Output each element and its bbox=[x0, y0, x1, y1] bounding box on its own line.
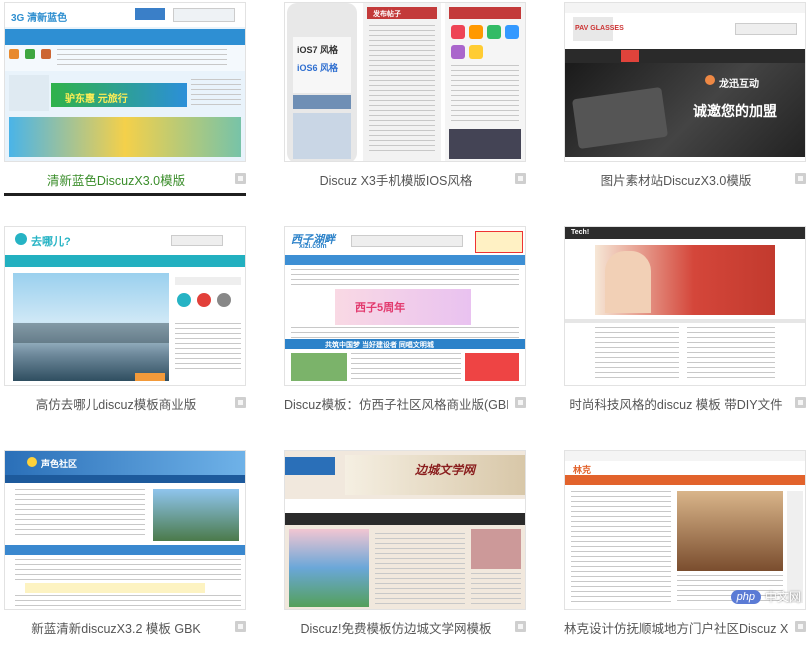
template-thumbnail[interactable]: 边城文学网 bbox=[284, 450, 526, 610]
image-icon[interactable] bbox=[235, 621, 246, 632]
template-title[interactable]: Discuz!免费模板仿边城文学网模板 bbox=[284, 618, 508, 637]
template-card[interactable]: iOS7 风格 iOS6 风格 发布帖子 Discuz X3手机模版IOS风格 bbox=[284, 2, 526, 196]
image-icon[interactable] bbox=[515, 173, 526, 184]
preview-domain: xizi.com bbox=[299, 243, 327, 250]
template-card[interactable]: 声色社区 新蓝清新discuzX3.2 模板 GBK bbox=[4, 450, 246, 644]
template-title[interactable]: Discuz模板：仿西子社区风格商业版(GBK)免 bbox=[284, 394, 508, 413]
preview-banner: 西子5周年 bbox=[355, 302, 406, 314]
template-card[interactable]: 西子湖畔 xizi.com 西子5周年 共筑中国梦 当好建设者 同唱文明城 Di… bbox=[284, 226, 526, 420]
template-title[interactable]: 清新蓝色DiscuzX3.0模版 bbox=[4, 170, 228, 189]
template-title[interactable]: 高仿去哪儿discuz模板商业版 bbox=[4, 394, 228, 413]
preview-brand: PAV GLASSES bbox=[575, 25, 624, 32]
template-card[interactable]: 去哪儿? 高仿去哪儿discuz模板商业版 bbox=[4, 226, 246, 420]
image-icon[interactable] bbox=[515, 397, 526, 408]
template-card[interactable]: Tech! 时尚科技风格的discuz 模板 带DIY文件 bbox=[564, 226, 806, 420]
preview-logo: 声色社区 bbox=[41, 459, 78, 469]
template-thumbnail[interactable]: Tech! bbox=[564, 226, 806, 386]
template-thumbnail[interactable]: PAV GLASSES 龙迅互动 诚邀您的加盟 bbox=[564, 2, 806, 162]
watermark-badge: php bbox=[730, 589, 761, 604]
preview-logo: Tech! bbox=[571, 229, 590, 236]
watermark: php 中文网 bbox=[730, 588, 801, 605]
template-thumbnail[interactable]: 林克 php 中文网 bbox=[564, 450, 806, 610]
template-title[interactable]: Discuz X3手机模版IOS风格 bbox=[284, 170, 508, 189]
image-icon[interactable] bbox=[795, 397, 806, 408]
preview-strip: 共筑中国梦 当好建设者 同唱文明城 bbox=[325, 342, 434, 349]
preview-logo: 边城文学网 bbox=[415, 463, 476, 477]
active-indicator bbox=[4, 193, 246, 196]
image-icon[interactable] bbox=[235, 397, 246, 408]
template-title[interactable]: 林克设计仿抚顺城地方门户社区Discuz X3模 bbox=[564, 618, 788, 637]
template-card[interactable]: 3G 清新蓝色 驴东惠 元旅行 清新蓝色DiscuzX3.0模版 bbox=[4, 2, 246, 196]
template-thumbnail[interactable]: iOS7 风格 iOS6 风格 发布帖子 bbox=[284, 2, 526, 162]
image-icon[interactable] bbox=[235, 173, 246, 184]
preview-logo: 去哪儿? bbox=[31, 236, 71, 248]
watermark-text: 中文网 bbox=[764, 590, 801, 604]
template-thumbnail[interactable]: 西子湖畔 xizi.com 西子5周年 共筑中国梦 当好建设者 同唱文明城 bbox=[284, 226, 526, 386]
template-card[interactable]: PAV GLASSES 龙迅互动 诚邀您的加盟 图片素材站DiscuzX3.0模… bbox=[564, 2, 806, 196]
image-icon[interactable] bbox=[795, 173, 806, 184]
template-card[interactable]: 林克 php 中文网 林克设计仿抚顺城地方门户社区Discuz X3模 bbox=[564, 450, 806, 644]
template-title[interactable]: 图片素材站DiscuzX3.0模版 bbox=[564, 170, 788, 189]
preview-company: 龙迅互动 bbox=[719, 79, 759, 90]
template-thumbnail[interactable]: 去哪儿? bbox=[4, 226, 246, 386]
image-icon[interactable] bbox=[515, 621, 526, 632]
template-thumbnail[interactable]: 声色社区 bbox=[4, 450, 246, 610]
preview-label-ios7: iOS7 风格 bbox=[297, 45, 339, 55]
template-thumbnail[interactable]: 3G 清新蓝色 驴东惠 元旅行 bbox=[4, 2, 246, 162]
template-title[interactable]: 时尚科技风格的discuz 模板 带DIY文件 bbox=[564, 394, 788, 413]
preview-label-ios6: iOS6 风格 bbox=[297, 63, 339, 73]
preview-promo: 驴东惠 元旅行 bbox=[65, 94, 128, 105]
preview-tab: 发布帖子 bbox=[373, 11, 401, 18]
template-card[interactable]: 边城文学网 Discuz!免费模板仿边城文学网模板 bbox=[284, 450, 526, 644]
template-title[interactable]: 新蓝清新discuzX3.2 模板 GBK bbox=[4, 618, 228, 637]
preview-slogan: 诚邀您的加盟 bbox=[693, 103, 777, 119]
image-icon[interactable] bbox=[795, 621, 806, 632]
preview-logo: 3G 清新蓝色 bbox=[11, 13, 68, 24]
template-grid: 3G 清新蓝色 驴东惠 元旅行 清新蓝色DiscuzX3.0模版 iOS7 风格 bbox=[0, 0, 810, 645]
